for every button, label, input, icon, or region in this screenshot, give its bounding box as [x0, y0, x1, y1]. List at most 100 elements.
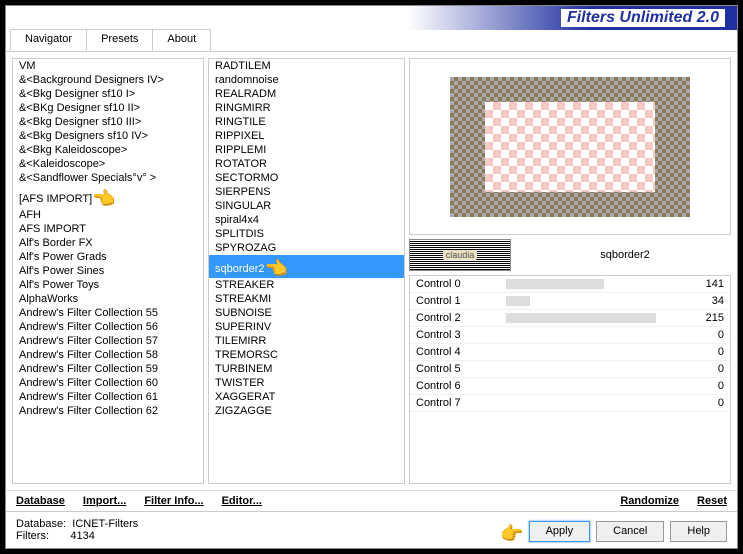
list-item[interactable]: Alf's Power Grads: [13, 250, 203, 264]
list-item[interactable]: &<Background Designers IV>: [13, 73, 203, 87]
link-database[interactable]: Database: [16, 495, 65, 507]
app-window: Filters Unlimited 2.0 Navigator Presets …: [5, 5, 738, 549]
pointer-hand-icon: 👈: [265, 258, 287, 279]
list-item[interactable]: SECTORMO: [209, 171, 404, 185]
list-item[interactable]: RIPPIXEL: [209, 129, 404, 143]
list-item[interactable]: SPLITDIS: [209, 227, 404, 241]
list-item[interactable]: SPYROZAG: [209, 241, 404, 255]
control-name: Control 5: [416, 363, 506, 375]
list-item[interactable]: TREMORSC: [209, 348, 404, 362]
list-item[interactable]: [AFS IMPORT]👈: [13, 185, 203, 208]
link-randomize[interactable]: Randomize: [620, 495, 679, 507]
list-item[interactable]: spiral4x4: [209, 213, 404, 227]
tab-navigator[interactable]: Navigator: [10, 29, 87, 51]
list-item[interactable]: Andrew's Filter Collection 59: [13, 362, 203, 376]
list-item[interactable]: AFH: [13, 208, 203, 222]
pointer-hand-icon: 👈: [92, 188, 114, 209]
list-item[interactable]: &<Kaleidoscope>: [13, 157, 203, 171]
control-row[interactable]: Control 2215: [410, 310, 730, 327]
list-item[interactable]: TILEMIRR: [209, 334, 404, 348]
cancel-button[interactable]: Cancel: [596, 521, 664, 542]
list-item[interactable]: Andrew's Filter Collection 57: [13, 334, 203, 348]
link-reset[interactable]: Reset: [697, 495, 727, 507]
pointer-hand-icon: 👉: [500, 523, 522, 544]
list-item[interactable]: &<Bkg Kaleidoscope>: [13, 143, 203, 157]
control-row[interactable]: Control 40: [410, 344, 730, 361]
control-value: 0: [684, 329, 724, 341]
control-row[interactable]: Control 70: [410, 395, 730, 412]
list-item[interactable]: &<Bkg Designers sf10 IV>: [13, 129, 203, 143]
list-item[interactable]: AlphaWorks: [13, 292, 203, 306]
list-item[interactable]: &<Bkg Designer sf10 I>: [13, 87, 203, 101]
control-value: 215: [684, 312, 724, 324]
tab-about[interactable]: About: [152, 29, 211, 51]
control-name: Control 3: [416, 329, 506, 341]
control-row[interactable]: Control 3 0: [410, 327, 730, 344]
list-item[interactable]: RINGMIRR: [209, 101, 404, 115]
control-value: 141: [684, 278, 724, 290]
filter-list[interactable]: RADTILEMrandomnoiseREALRADMRINGMIRRRINGT…: [209, 59, 404, 483]
link-row: Database Import... Filter Info... Editor…: [6, 490, 737, 511]
control-name: Control 4: [416, 346, 506, 358]
list-item[interactable]: Alf's Border FX: [13, 236, 203, 250]
list-item[interactable]: randomnoise: [209, 73, 404, 87]
list-item[interactable]: Alf's Power Sines: [13, 264, 203, 278]
status-bar: Database: ICNET-Filters Filters: 4134 👉 …: [6, 511, 737, 548]
list-item[interactable]: RINGTILE: [209, 115, 404, 129]
category-list[interactable]: VM&<Background Designers IV>&<Bkg Design…: [13, 59, 203, 483]
tab-presets[interactable]: Presets: [86, 29, 153, 51]
filter-list-panel: RADTILEMrandomnoiseREALRADMRINGMIRRRINGT…: [208, 58, 405, 484]
link-filterinfo[interactable]: Filter Info...: [144, 495, 203, 507]
app-title: Filters Unlimited 2.0: [561, 9, 725, 27]
list-item[interactable]: STREAKER: [209, 278, 404, 292]
filters-label: Filters:: [16, 530, 49, 542]
control-row[interactable]: Control 1 34: [410, 293, 730, 310]
list-item[interactable]: RIPPLEMI: [209, 143, 404, 157]
preview-checker: [485, 102, 655, 192]
list-item[interactable]: Andrew's Filter Collection 56: [13, 320, 203, 334]
list-item[interactable]: Andrew's Filter Collection 62: [13, 404, 203, 418]
control-row[interactable]: Control 5 0: [410, 361, 730, 378]
list-item[interactable]: VM: [13, 59, 203, 73]
list-item[interactable]: RADTILEM: [209, 59, 404, 73]
control-name: Control 1: [416, 295, 506, 307]
apply-button[interactable]: Apply: [529, 521, 591, 542]
list-item[interactable]: TURBINEM: [209, 362, 404, 376]
list-item[interactable]: Andrew's Filter Collection 58: [13, 348, 203, 362]
list-item[interactable]: &<Bkg Designer sf10 III>: [13, 115, 203, 129]
list-item[interactable]: ZIGZAGGE: [209, 404, 404, 418]
list-item[interactable]: sqborder2👈: [209, 255, 404, 278]
list-item[interactable]: AFS IMPORT: [13, 222, 203, 236]
tab-bar: Navigator Presets About: [6, 29, 737, 52]
control-value: 34: [684, 295, 724, 307]
control-value: 0: [684, 363, 724, 375]
title-bar: Filters Unlimited 2.0: [6, 6, 737, 30]
list-item[interactable]: SUBNOISE: [209, 306, 404, 320]
control-row[interactable]: Control 60: [410, 378, 730, 395]
preview-frame: [450, 77, 690, 217]
list-item[interactable]: REALRADM: [209, 87, 404, 101]
list-item[interactable]: SUPERINV: [209, 320, 404, 334]
list-item[interactable]: STREAKMI: [209, 292, 404, 306]
control-name: Control 7: [416, 397, 506, 409]
help-button[interactable]: Help: [670, 521, 727, 542]
category-list-panel: VM&<Background Designers IV>&<Bkg Design…: [12, 58, 204, 484]
filters-value: 4134: [70, 530, 94, 542]
author-thumb: [409, 239, 511, 271]
list-item[interactable]: SIERPENS: [209, 185, 404, 199]
list-item[interactable]: &<Sandflower Specials°v° >: [13, 171, 203, 185]
list-item[interactable]: XAGGERAT: [209, 390, 404, 404]
list-item[interactable]: ROTATOR: [209, 157, 404, 171]
list-item[interactable]: TWISTER: [209, 376, 404, 390]
link-import[interactable]: Import...: [83, 495, 126, 507]
list-item[interactable]: Andrew's Filter Collection 61: [13, 390, 203, 404]
preview-box: [409, 58, 731, 235]
control-row[interactable]: Control 0141: [410, 276, 730, 293]
list-item[interactable]: Andrew's Filter Collection 60: [13, 376, 203, 390]
main-area: VM&<Background Designers IV>&<Bkg Design…: [6, 52, 737, 490]
list-item[interactable]: Andrew's Filter Collection 55: [13, 306, 203, 320]
list-item[interactable]: SINGULAR: [209, 199, 404, 213]
list-item[interactable]: &<BKg Designer sf10 II>: [13, 101, 203, 115]
link-editor[interactable]: Editor...: [222, 495, 262, 507]
list-item[interactable]: Alf's Power Toys: [13, 278, 203, 292]
